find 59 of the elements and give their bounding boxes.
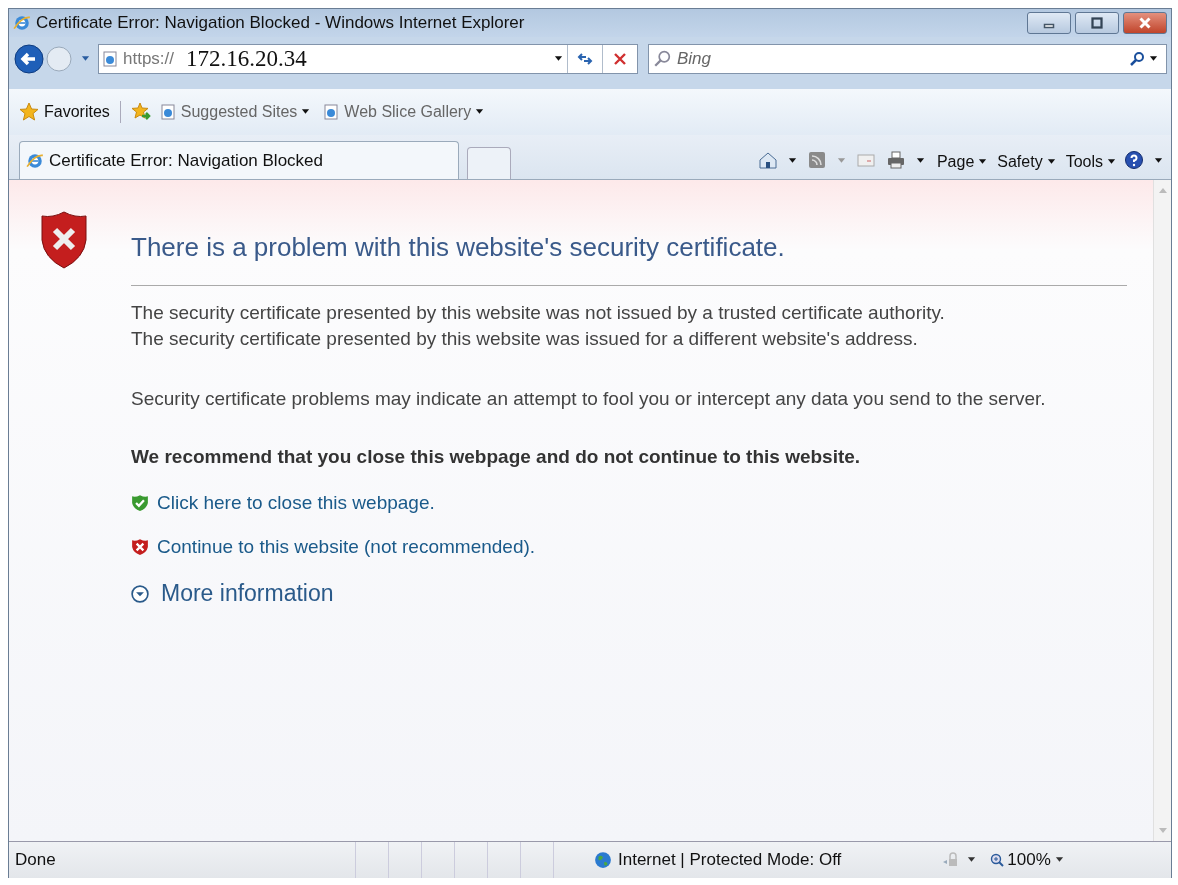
help-icon[interactable] [1124, 150, 1144, 170]
dropdown-icon[interactable] [1054, 857, 1064, 863]
magnifier-icon [653, 50, 671, 68]
minimize-button[interactable] [1027, 12, 1071, 34]
recommendation-text: We recommend that you close this webpage and do not continue to this website. [131, 446, 862, 468]
page-icon [324, 104, 339, 120]
favorites-link[interactable]: Suggested Sites [158, 103, 317, 121]
command-menu[interactable]: Safety [991, 153, 1058, 179]
command-menu[interactable]: Tools [1059, 153, 1118, 179]
add-favorite-icon[interactable] [130, 102, 153, 122]
maximize-icon [1088, 17, 1106, 29]
feeds-icon[interactable] [806, 150, 827, 170]
home-icon[interactable] [757, 150, 778, 170]
caret-icon [1107, 159, 1116, 165]
security-zone[interactable]: Internet | Protected Mode: Off [553, 842, 932, 878]
more-information-link[interactable]: More information [131, 580, 334, 607]
browser-logo-icon [13, 14, 31, 32]
printer-icon[interactable] [885, 150, 906, 170]
expand-icon [131, 584, 149, 603]
caret-icon [1046, 159, 1056, 165]
globe-icon [594, 851, 612, 869]
paragraph-text: The security certificate presented by this website was not issued by a trusted certificate authority. [131, 301, 946, 325]
favorites-link[interactable]: Web Slice Gallery [322, 103, 491, 121]
page-link[interactable]: Continue to this website (not recommended). [131, 536, 536, 558]
dropdown-icon[interactable] [967, 857, 977, 863]
caret-icon [978, 159, 988, 165]
back-button[interactable] [13, 43, 45, 75]
maximize-button[interactable] [1075, 12, 1119, 34]
dropdown-icon[interactable] [787, 158, 797, 164]
error-shield-icon [39, 210, 89, 270]
search-bar[interactable]: Bing [648, 44, 1167, 74]
paragraph-text: Security certificate problems may indicate an attempt to fool you or intercept any data you send to the server. [131, 387, 1047, 411]
search-field[interactable]: Bing [671, 48, 1129, 70]
dropdown-icon[interactable] [554, 56, 563, 62]
browser-tab[interactable]: Certificate Error: Navigation Blocked [19, 141, 459, 179]
star-icon [19, 102, 39, 122]
window-title: Certificate Error: Navigation Blocked - Windows Internet Explorer [36, 13, 525, 33]
dropdown-icon[interactable] [1149, 56, 1158, 62]
page-icon [103, 51, 117, 67]
caret-icon [475, 109, 485, 115]
close-button[interactable] [1123, 12, 1167, 34]
command-menu[interactable]: Page [930, 153, 990, 179]
check-shield-icon [131, 494, 149, 512]
page-icon [160, 104, 175, 120]
paragraph-text: The security certificate presented by this website was issued for a different website's address. [131, 327, 919, 351]
browser-logo-icon [26, 151, 44, 170]
error-shield-icon [131, 538, 149, 556]
address-field[interactable]: https:// 172.16.20.34 [98, 44, 638, 74]
close-icon [1136, 17, 1154, 29]
status-text: Done [15, 850, 57, 870]
dropdown-icon[interactable] [915, 158, 925, 164]
search-icon[interactable] [1129, 51, 1145, 67]
page-link[interactable]: Click here to close this webpage. [131, 492, 435, 514]
caret-icon [301, 109, 311, 115]
favorites-button[interactable]: Favorites [19, 102, 110, 122]
zoom-level[interactable]: 100% [990, 850, 1051, 870]
page-heading: There is a problem with this website's security certificate. [131, 232, 786, 263]
zoom-icon [990, 853, 1005, 867]
dropdown-icon[interactable] [1154, 158, 1163, 164]
